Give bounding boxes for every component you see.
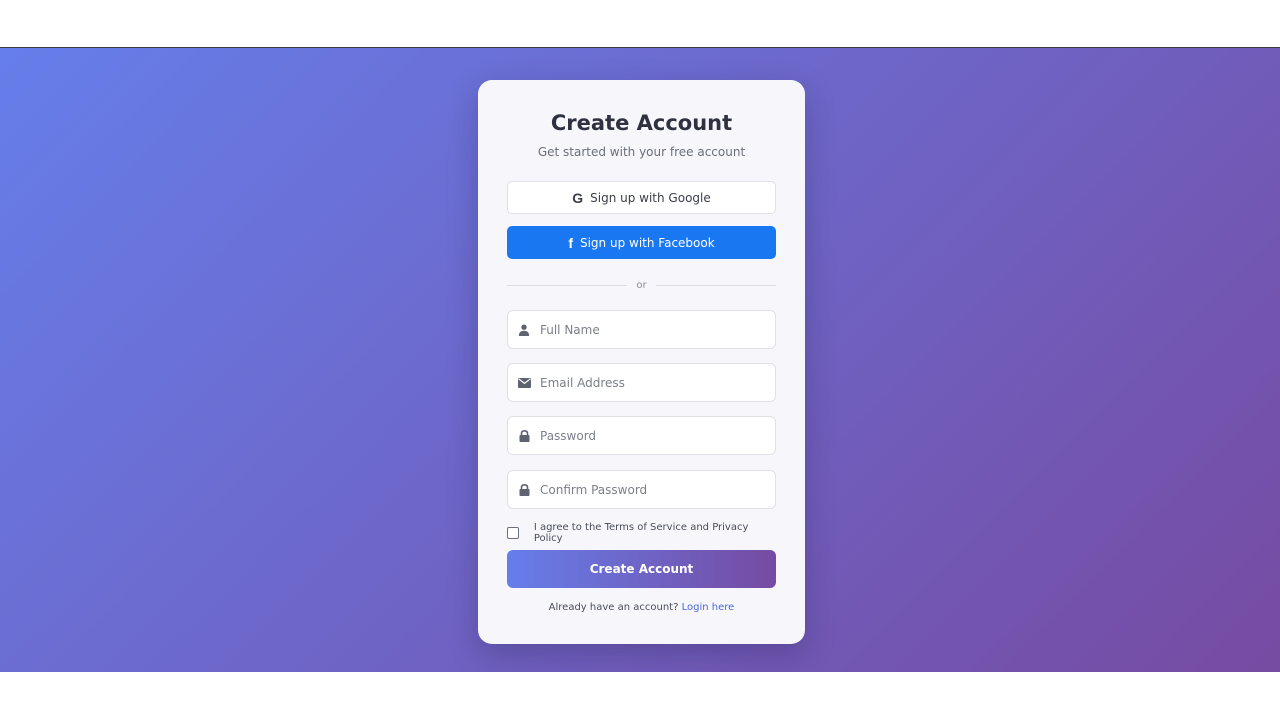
confirm-password-input[interactable]: [540, 482, 760, 497]
terms-checkbox[interactable]: [507, 527, 519, 539]
divider-text: or: [636, 279, 647, 291]
login-link[interactable]: Login here: [682, 602, 735, 613]
user-icon: [508, 324, 540, 336]
google-signup-label: Sign up with Google: [590, 190, 711, 205]
or-divider: or: [507, 278, 777, 292]
bottom-bar: [0, 672, 1280, 720]
divider-line-right: [655, 284, 777, 286]
facebook-signup-button[interactable]: f Sign up with Facebook: [507, 226, 776, 259]
terms-label: I agree to the Terms of Service and Priv…: [533, 522, 749, 544]
lock-icon: [508, 429, 540, 442]
facebook-signup-label: Sign up with Facebook: [579, 235, 715, 250]
login-prompt: Already have an account? Login here: [478, 602, 805, 613]
facebook-icon: f: [568, 234, 573, 251]
google-signup-button[interactable]: G Sign up with Google: [507, 181, 776, 214]
full-name-field: [507, 310, 776, 349]
create-account-button[interactable]: Create Account: [507, 550, 776, 588]
page-background: Create Account Get started with your fre…: [0, 48, 1280, 672]
email-field: [507, 363, 776, 402]
email-input[interactable]: [540, 375, 760, 390]
envelope-icon: [508, 377, 540, 388]
confirm-password-field: [507, 470, 776, 509]
signup-card: Create Account Get started with your fre…: [478, 80, 805, 644]
divider-line-left: [507, 284, 628, 286]
top-bar: [0, 0, 1280, 48]
google-icon: G: [572, 189, 584, 206]
full-name-input[interactable]: [540, 322, 760, 337]
password-input[interactable]: [540, 428, 760, 443]
login-prompt-text: Already have an account?: [548, 602, 679, 613]
page-subtitle: Get started with your free account: [537, 145, 746, 159]
lock-icon: [508, 483, 540, 496]
password-field: [507, 416, 776, 455]
page-title: Create Account: [550, 111, 733, 135]
terms-row: I agree to the Terms of Service and Priv…: [507, 522, 776, 544]
